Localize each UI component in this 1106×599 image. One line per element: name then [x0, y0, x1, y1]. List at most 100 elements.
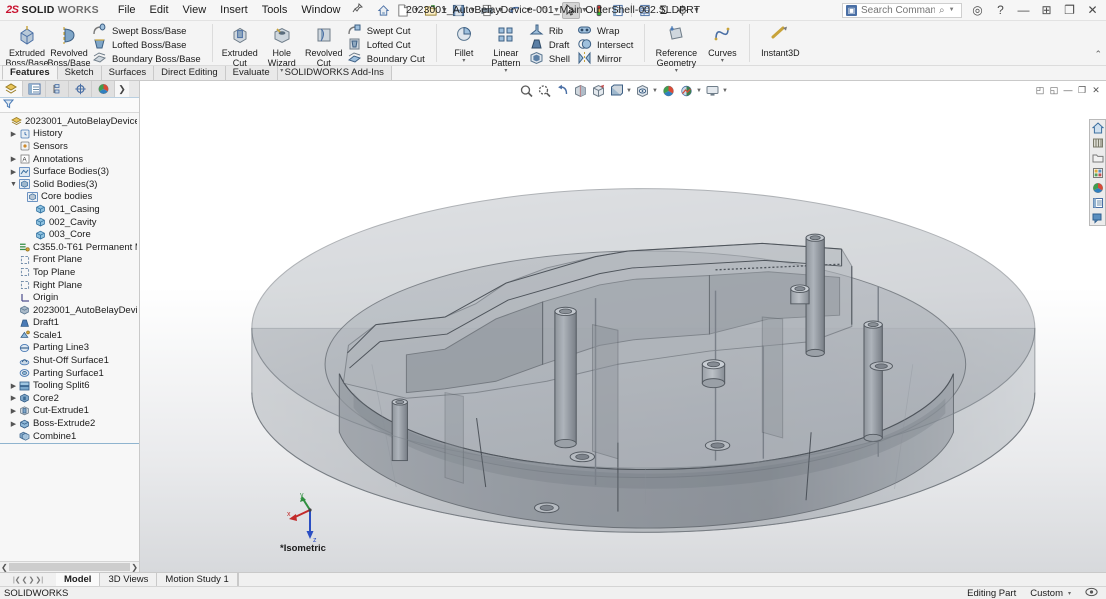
- last-tab-icon[interactable]: ❯|: [35, 576, 43, 584]
- tree-item-annotations[interactable]: ▶AAnnotations: [0, 153, 139, 166]
- tree-expand-icon[interactable]: ▶: [9, 168, 18, 176]
- menu-item-file[interactable]: File: [111, 2, 143, 18]
- tree-item-core2[interactable]: ▶Core2: [0, 392, 139, 405]
- save-dropdown-icon[interactable]: ▼: [469, 2, 477, 19]
- print-dropdown-icon[interactable]: ▼: [497, 2, 505, 19]
- redo-icon[interactable]: [534, 2, 552, 19]
- select-dropdown-icon[interactable]: ▼: [581, 2, 589, 19]
- document-tab-bar[interactable]: |❮ ❮ ❯ ❯| Model 3D Views Motion Study 1: [0, 572, 1106, 586]
- tree-item-shut-off-surface1[interactable]: Shut-Off Surface1: [0, 354, 139, 367]
- scroll-thumb[interactable]: [9, 563, 131, 571]
- fillet-button[interactable]: Fillet ▾: [443, 23, 485, 64]
- tree-item-solid-bodies-3[interactable]: ▼Solid Bodies(3): [0, 178, 139, 191]
- hole-wizard-dropdown-icon[interactable]: ▾: [280, 68, 283, 74]
- shell-button[interactable]: Shell: [527, 52, 575, 66]
- hole-wizard-button[interactable]: HoleWizard ▾: [261, 23, 303, 74]
- revolved-boss-base-button[interactable]: RevolvedBoss/Base: [48, 23, 90, 68]
- menu-item-window[interactable]: Window: [294, 2, 347, 18]
- draft-button[interactable]: Draft: [527, 38, 575, 52]
- boundary-boss-base-button[interactable]: Boundary Boss/Base: [90, 52, 206, 66]
- reference-geometry-dropdown-icon[interactable]: ▾: [675, 68, 678, 74]
- new-document-icon[interactable]: [394, 2, 412, 19]
- tree-item-parting-line3[interactable]: Parting Line3: [0, 342, 139, 355]
- tree-expand-icon[interactable]: ▶: [9, 155, 18, 163]
- previous-view-icon[interactable]: [554, 83, 571, 99]
- tree-expand-icon[interactable]: ▶: [9, 407, 18, 415]
- next-tab-icon[interactable]: ❯: [29, 576, 35, 584]
- minimize-doc-icon[interactable]: —: [1062, 84, 1074, 96]
- prev-tab-icon[interactable]: ❮: [22, 576, 28, 584]
- minimize-icon[interactable]: —: [1012, 1, 1035, 20]
- tile-doc-icon[interactable]: ◱: [1048, 84, 1060, 96]
- search-dropdown-icon[interactable]: ▼: [949, 7, 955, 13]
- tree-item-2023001-autobelaydevice-001-main[interactable]: 2023001_AutoBelayDevice-001_Main: [0, 304, 139, 317]
- pushpin-icon[interactable]: [352, 3, 363, 17]
- fillet-dropdown-icon[interactable]: ▾: [462, 58, 465, 64]
- appearances-scenes-icon[interactable]: [1090, 180, 1105, 195]
- feature-tree-tab[interactable]: [0, 81, 23, 97]
- options-dropdown-icon[interactable]: ▼: [693, 2, 701, 19]
- tree-item-origin[interactable]: Origin: [0, 291, 139, 304]
- menu-item-view[interactable]: View: [176, 2, 214, 18]
- task-pane-strip[interactable]: [1089, 119, 1106, 226]
- rebuild-icon[interactable]: [590, 2, 608, 19]
- design-table-icon[interactable]: [636, 2, 654, 19]
- display-manager-tab[interactable]: [92, 81, 115, 97]
- lofted-boss-base-button[interactable]: Lofted Boss/Base: [90, 38, 206, 52]
- more-tabs-chevron-icon[interactable]: ❯: [115, 81, 129, 97]
- viewport-dropdown-icon[interactable]: ▼: [722, 83, 729, 99]
- view-orientation-icon[interactable]: [590, 83, 607, 99]
- tree-item-001-casing[interactable]: 001_Casing: [0, 203, 139, 216]
- tree-item-history[interactable]: ▶History: [0, 128, 139, 141]
- graphics-area[interactable]: ▼ ▼ ▼ ▼ ◰ ◱ —: [140, 81, 1106, 572]
- maximize-icon[interactable]: ❐: [1058, 1, 1081, 20]
- tree-expand-icon[interactable]: ▶: [9, 130, 18, 138]
- bottom-tab-motion-study[interactable]: Motion Study 1: [157, 573, 237, 586]
- extruded-boss-base-button[interactable]: ExtrudedBoss/Base: [6, 23, 48, 68]
- file-explorer-icon[interactable]: [1090, 150, 1105, 165]
- linear-pattern-button[interactable]: LinearPattern ▾: [485, 23, 527, 74]
- quick-access-toolbar[interactable]: ▼ ▼ ▼ ▼ ▼ ▼ ▼: [375, 2, 701, 19]
- save-icon[interactable]: [450, 2, 468, 19]
- scroll-left-icon[interactable]: ❮: [1, 563, 8, 572]
- ribbon-collapse-icon[interactable]: ⌃: [1094, 49, 1102, 60]
- open-document-icon[interactable]: [422, 2, 440, 19]
- menu-bar[interactable]: File Edit View Insert Tools Window: [111, 2, 369, 18]
- tree-item-right-plane[interactable]: Right Plane: [0, 279, 139, 292]
- boundary-cut-button[interactable]: Boundary Cut: [345, 52, 430, 66]
- feature-tree[interactable]: 2023001_AutoBelayDevice-001_Main Out▶His…: [0, 113, 139, 561]
- home-icon[interactable]: [375, 2, 393, 19]
- hide-show-dropdown-icon[interactable]: ▼: [652, 83, 659, 99]
- dimxpert-manager-tab[interactable]: [69, 81, 92, 97]
- status-units[interactable]: Custom: [1030, 588, 1063, 599]
- tree-item-top-plane[interactable]: Top Plane: [0, 266, 139, 279]
- undo-dropdown-icon[interactable]: ▼: [525, 2, 533, 19]
- feature-tree-hscrollbar[interactable]: ❮ ❯: [0, 561, 139, 572]
- options-gear-icon[interactable]: [674, 2, 692, 19]
- instant3d-button[interactable]: Instant3D: [756, 23, 804, 58]
- zoom-to-fit-icon[interactable]: [518, 83, 535, 99]
- swept-boss-base-button[interactable]: Swept Boss/Base: [90, 24, 206, 38]
- rib-button[interactable]: Rib: [527, 24, 575, 38]
- menu-item-insert[interactable]: Insert: [213, 2, 255, 18]
- tree-item-surface-bodies-3[interactable]: ▶Surface Bodies(3): [0, 165, 139, 178]
- search-input[interactable]: [861, 5, 935, 16]
- view-palette-icon[interactable]: [1090, 165, 1105, 180]
- tree-collapse-icon[interactable]: ▼: [9, 181, 18, 188]
- custom-properties-icon[interactable]: [1090, 195, 1105, 210]
- tree-item-c355-0-t61-permanent-mold-cast-s[interactable]: C355.0-T61 Permanent Mold cast (S: [0, 241, 139, 254]
- redo-dropdown-icon[interactable]: ▼: [553, 2, 561, 19]
- feature-manager-tab-strip[interactable]: ❯: [0, 81, 139, 98]
- intersect-button[interactable]: Intersect: [575, 38, 638, 52]
- restore-doc-icon[interactable]: ◰: [1034, 84, 1046, 96]
- display-style-icon[interactable]: [608, 83, 625, 99]
- feature-tree-filter[interactable]: [0, 98, 139, 113]
- select-cursor-icon[interactable]: [562, 2, 580, 19]
- tree-item-front-plane[interactable]: Front Plane: [0, 254, 139, 267]
- units-dropdown-icon[interactable]: ▾: [1068, 590, 1071, 597]
- design-library-icon[interactable]: [1090, 135, 1105, 150]
- apply-scene-dropdown-icon[interactable]: ▼: [696, 83, 703, 99]
- close-doc-icon[interactable]: ✕: [1090, 84, 1102, 96]
- magnifier-icon[interactable]: ⌕: [939, 5, 945, 16]
- linear-pattern-dropdown-icon[interactable]: ▾: [504, 68, 507, 74]
